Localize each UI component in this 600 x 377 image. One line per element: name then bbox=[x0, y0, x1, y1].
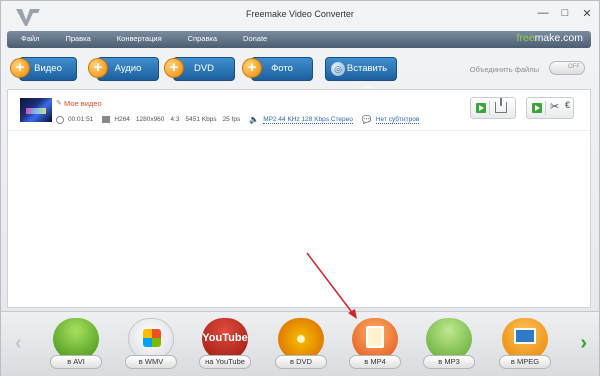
menu-bar: Файл Правка Конвертация Справка Donate f… bbox=[7, 31, 591, 48]
window-controls: — □ ✕ bbox=[537, 7, 593, 20]
item-aspect: 4:3 bbox=[170, 116, 180, 123]
toolbar: + Видео + Аудио + DVD + Фото ◎ Вставить … bbox=[1, 51, 599, 96]
subtitles-icon: 💬 bbox=[361, 115, 372, 124]
mp3-icon bbox=[426, 318, 472, 360]
mpeg-icon bbox=[502, 318, 548, 360]
format-bar: ‹ в AVI в WMV YouTube на YouTube в DVD в… bbox=[1, 311, 599, 376]
format-mpeg-label: в MPEG bbox=[499, 355, 551, 369]
export-icon[interactable] bbox=[495, 98, 507, 113]
format-avi-label: в AVI bbox=[50, 355, 102, 369]
menu-edit[interactable]: Правка bbox=[65, 34, 90, 43]
item-meta: 00:01:51 H264 1280x960 4:3 5451 Kbps 25 … bbox=[56, 115, 420, 124]
format-mp4-label: в MP4 bbox=[349, 355, 401, 369]
format-dvd-button[interactable]: в DVD bbox=[273, 316, 329, 372]
maximize-button[interactable]: □ bbox=[559, 7, 571, 20]
globe-icon: ◎ bbox=[331, 62, 345, 76]
add-audio-label: Аудио bbox=[114, 63, 142, 74]
avi-icon bbox=[53, 318, 99, 360]
add-photo-label: Фото bbox=[271, 63, 293, 74]
item-title[interactable]: Мое видео bbox=[64, 99, 102, 108]
format-mpeg-button[interactable]: в MPEG bbox=[497, 316, 553, 372]
menu-help[interactable]: Справка bbox=[188, 34, 217, 43]
menu-file[interactable]: Файл bbox=[21, 34, 39, 43]
join-files-toggle[interactable]: OFF bbox=[549, 61, 585, 75]
item-fps: 25 fps bbox=[222, 116, 241, 123]
add-video-label: Видео bbox=[34, 63, 62, 74]
speaker-icon: 🔈 bbox=[249, 115, 260, 124]
menu-items: Файл Правка Конвертация Справка Donate bbox=[21, 34, 267, 43]
subtitles-link[interactable]: Нет субтитров bbox=[375, 116, 420, 124]
title-bar: Freemake Video Converter — □ ✕ bbox=[1, 1, 599, 29]
item-resolution: 1280x960 bbox=[135, 116, 165, 123]
add-dvd-label: DVD bbox=[193, 63, 215, 74]
scroll-right-icon[interactable]: › bbox=[580, 332, 587, 355]
format-wmv-label: в WMV bbox=[125, 355, 177, 369]
format-mp3-button[interactable]: в MP3 bbox=[421, 316, 477, 372]
film-icon bbox=[102, 116, 111, 123]
play-icon[interactable] bbox=[476, 103, 486, 113]
preview-export-button[interactable] bbox=[470, 97, 516, 119]
plus-icon: + bbox=[165, 59, 183, 77]
brand-rest: make.com bbox=[534, 32, 583, 44]
play-icon[interactable] bbox=[532, 103, 542, 113]
mp4-icon bbox=[352, 318, 398, 360]
brand-link[interactable]: freemake.com bbox=[516, 32, 583, 44]
format-avi-button[interactable]: в AVI bbox=[48, 316, 104, 372]
edit-video-button[interactable]: ✂ € bbox=[526, 97, 574, 119]
format-mp4-button[interactable]: в MP4 bbox=[347, 316, 403, 372]
plus-icon: + bbox=[89, 59, 107, 77]
window-title: Freemake Video Converter bbox=[246, 9, 354, 19]
add-audio-button[interactable]: + Аудио bbox=[89, 57, 159, 81]
item-codec: H264 bbox=[114, 116, 130, 123]
item-bitrate: 5451 Kbps bbox=[185, 116, 217, 123]
list-item[interactable]: ✎ Мое видео 00:01:51 H264 1280x960 4:3 5… bbox=[8, 90, 590, 131]
scissors-icon[interactable]: ✂ bbox=[550, 100, 559, 113]
format-mp3-label: в MP3 bbox=[423, 355, 475, 369]
add-photo-button[interactable]: + Фото bbox=[243, 57, 313, 81]
clock-icon bbox=[56, 115, 64, 124]
close-button[interactable]: ✕ bbox=[581, 7, 593, 20]
format-dvd-label: в DVD bbox=[275, 355, 327, 369]
file-list: ✎ Мое видео 00:01:51 H264 1280x960 4:3 5… bbox=[7, 89, 591, 308]
minimize-button[interactable]: — bbox=[537, 7, 549, 20]
menu-convert[interactable]: Конвертация bbox=[117, 34, 162, 43]
add-video-button[interactable]: + Видео bbox=[11, 57, 77, 81]
item-duration: 00:01:51 bbox=[68, 116, 94, 123]
menu-donate[interactable]: Donate bbox=[243, 34, 267, 43]
edit-name-icon[interactable]: ✎ bbox=[56, 99, 62, 107]
join-files-label: Объединить файлы bbox=[469, 65, 539, 74]
format-youtube-label: на YouTube bbox=[199, 355, 251, 369]
join-toggle-state: OFF bbox=[568, 64, 580, 70]
dvd-icon bbox=[278, 318, 324, 360]
wmv-icon bbox=[128, 318, 174, 360]
audio-track-link[interactable]: MP2 44 KHz 128 Kbps Стерео bbox=[263, 116, 353, 124]
format-youtube-button[interactable]: YouTube на YouTube bbox=[197, 316, 253, 372]
brand-free: free bbox=[516, 32, 535, 44]
youtube-icon: YouTube bbox=[202, 318, 248, 360]
app-window: Freemake Video Converter — □ ✕ Файл Прав… bbox=[0, 0, 600, 376]
add-dvd-button[interactable]: + DVD bbox=[165, 57, 235, 81]
format-wmv-button[interactable]: в WMV bbox=[123, 316, 179, 372]
scroll-left-icon[interactable]: ‹ bbox=[15, 332, 22, 355]
edit-cursor-icon: € bbox=[565, 100, 571, 110]
paste-url-button[interactable]: ◎ Вставить URL bbox=[325, 57, 397, 96]
plus-icon: + bbox=[11, 59, 29, 77]
plus-icon: + bbox=[243, 59, 261, 77]
video-thumbnail bbox=[20, 98, 52, 122]
